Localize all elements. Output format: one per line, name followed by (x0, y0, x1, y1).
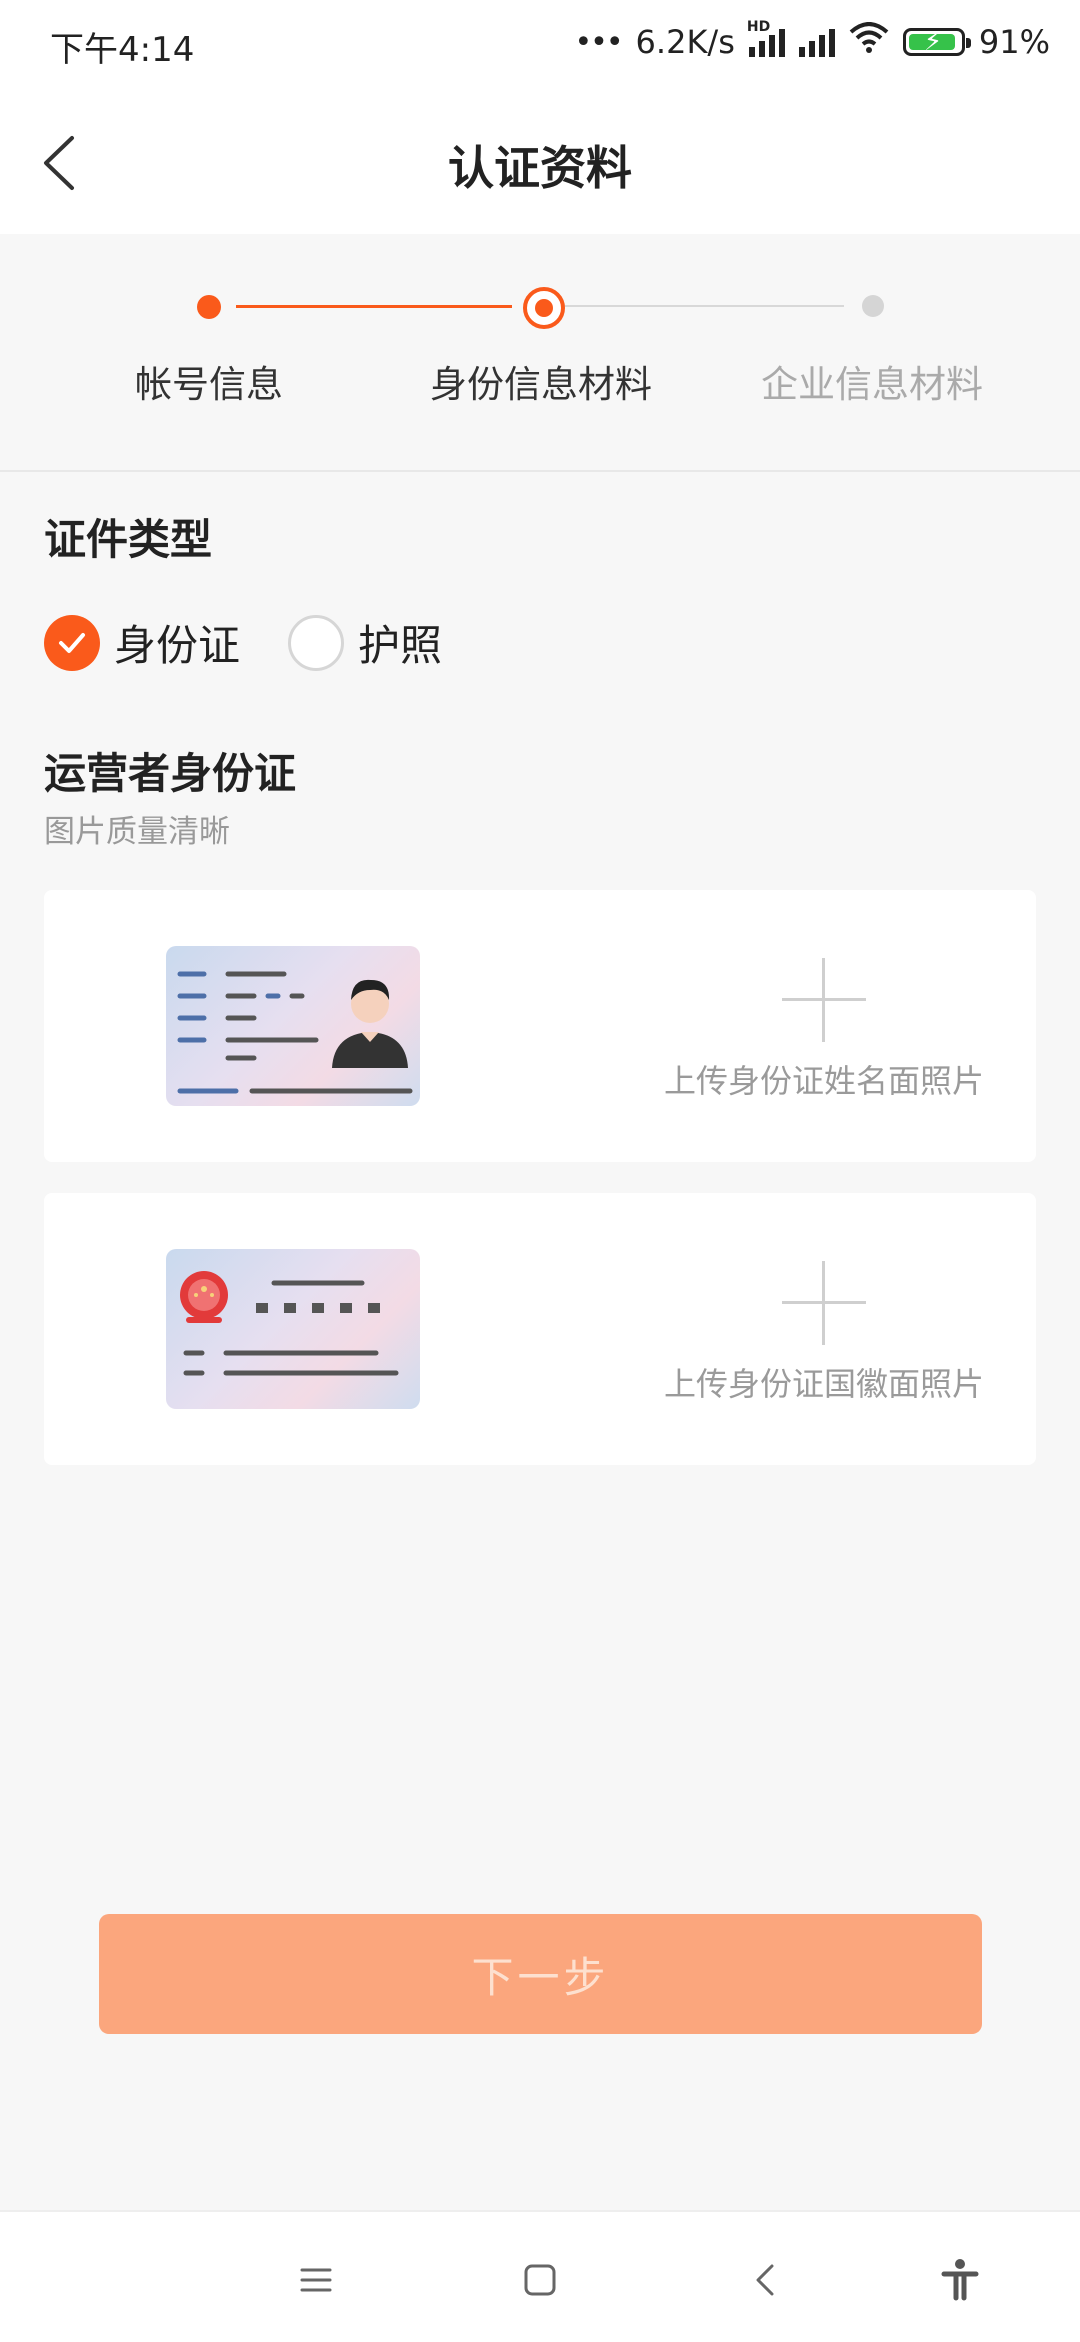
radio-empty-icon (288, 614, 345, 671)
status-time: 下午4:14 (50, 30, 195, 70)
home-square-icon[interactable] (510, 2250, 570, 2310)
wifi-icon (849, 22, 889, 62)
progress-stepper: 帐号信息 身份信息材料 企业信息材料 (0, 234, 1080, 472)
id-card-front-illustration (166, 946, 420, 1106)
more-dots-icon: ••• (574, 24, 623, 60)
upload-card-front[interactable]: 上传身份证姓名面照片 (44, 890, 1036, 1162)
operator-id-title: 运营者身份证 (44, 749, 297, 798)
doc-type-title: 证件类型 (44, 515, 213, 564)
signal-icon (798, 27, 835, 57)
system-nav-bar (0, 2210, 1080, 2342)
menu-icon[interactable] (286, 2250, 346, 2310)
step-label-account: 帐号信息 (135, 363, 283, 406)
quality-hint: 图片质量清晰 (44, 814, 230, 850)
upload-back-area[interactable]: 上传身份证国徽面照片 (624, 1261, 1024, 1405)
step-label-identity: 身份信息材料 (430, 363, 652, 406)
next-button[interactable]: 下一步 (99, 1914, 982, 2034)
battery-icon: ⚡ (902, 27, 971, 57)
upload-back-label: 上传身份证国徽面照片 (663, 1365, 984, 1403)
step-label-company: 企业信息材料 (761, 363, 983, 406)
status-bar: 下午4:14 ••• 6.2K/s HD ⚡ 91% (0, 0, 1080, 90)
upload-front-label: 上传身份证姓名面照片 (663, 1062, 984, 1100)
radio-id-card-label: 身份证 (114, 621, 241, 670)
step-connector-done (236, 305, 512, 308)
plus-icon (782, 1261, 866, 1345)
upload-card-back[interactable]: 上传身份证国徽面照片 (44, 1193, 1036, 1465)
id-card-emblem-illustration (166, 1249, 420, 1409)
network-speed: 6.2K/s (635, 23, 735, 61)
radio-passport[interactable]: 护照 (288, 612, 442, 673)
battery-percent: 91% (978, 23, 1050, 61)
status-indicators: ••• 6.2K/s HD ⚡ 91% (574, 19, 1050, 62)
plus-icon (782, 958, 866, 1042)
step-dot-current (523, 287, 565, 329)
radio-id-card[interactable]: 身份证 (44, 612, 240, 673)
header: 认证资料 (0, 90, 1080, 234)
checkmark-icon (44, 614, 100, 671)
upload-front-area[interactable]: 上传身份证姓名面照片 (624, 958, 1024, 1102)
accessibility-icon[interactable] (930, 2250, 990, 2310)
doc-type-radio-group: 身份证 护照 (44, 612, 490, 673)
step-dot-done (197, 295, 221, 319)
step-connector-pending (564, 305, 844, 307)
step-dot-pending (862, 295, 884, 317)
radio-passport-label: 护照 (358, 621, 443, 670)
page-title: 认证资料 (448, 141, 632, 195)
back-icon[interactable] (736, 2250, 796, 2310)
hd-signal-icon: HD (747, 19, 785, 57)
